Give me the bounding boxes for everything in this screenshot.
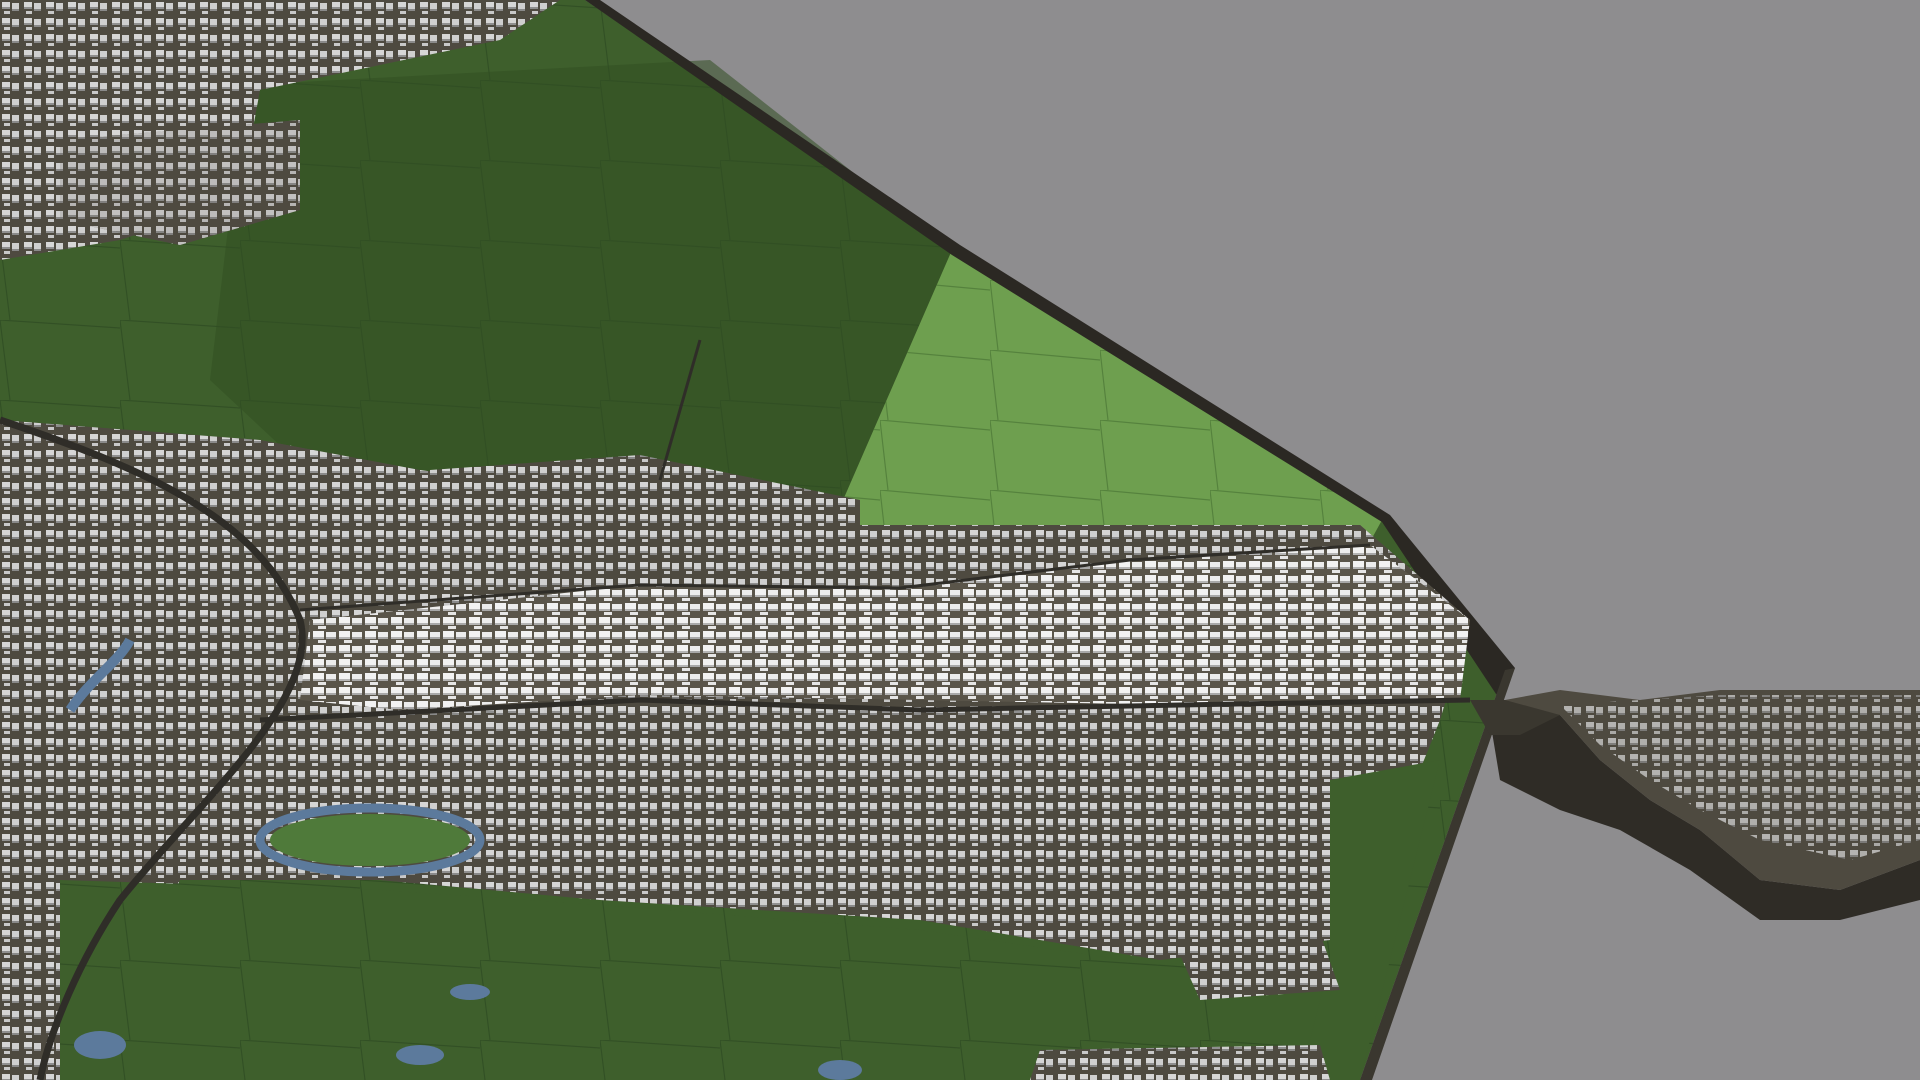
- river-loop-island: [270, 814, 470, 866]
- pond-2: [396, 1045, 444, 1065]
- 3d-city-map-render: [0, 0, 1920, 1080]
- south-edge-houses: [1030, 1045, 1330, 1080]
- pond-3: [818, 1060, 862, 1080]
- 3d-city-map-viewport[interactable]: [0, 0, 1920, 1080]
- pond-1: [74, 1031, 126, 1059]
- pond-4: [450, 984, 490, 1000]
